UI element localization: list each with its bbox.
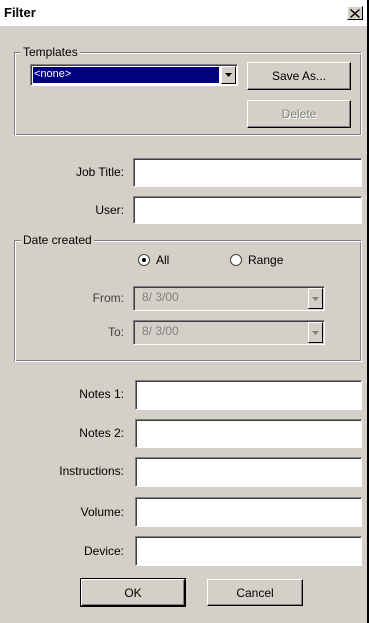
notes1-input[interactable] xyxy=(135,380,362,410)
volume-input[interactable] xyxy=(135,497,362,527)
instructions-label: Instructions: xyxy=(59,464,124,478)
from-date-dropdown-button[interactable] xyxy=(308,288,323,309)
notes1-label: Notes 1: xyxy=(79,387,124,401)
delete-button[interactable]: Delete xyxy=(247,100,351,128)
template-select[interactable]: <none> xyxy=(30,64,238,86)
to-date-select[interactable]: 8/ 3/00 xyxy=(133,320,325,345)
filter-dialog: Filter Templates <none> Save As... Delet… xyxy=(0,0,369,623)
close-button[interactable] xyxy=(347,6,363,20)
radio-all-indicator xyxy=(138,254,150,266)
job-title-input[interactable] xyxy=(133,158,362,187)
templates-legend: Templates xyxy=(21,45,80,59)
template-dropdown-button[interactable] xyxy=(221,66,236,84)
notes2-label: Notes 2: xyxy=(79,426,124,440)
radio-all[interactable]: All xyxy=(138,253,169,267)
device-input[interactable] xyxy=(135,536,362,566)
ok-button[interactable]: OK xyxy=(80,578,186,607)
cancel-label: Cancel xyxy=(236,585,274,600)
radio-all-label: All xyxy=(156,253,170,267)
from-label: From: xyxy=(92,291,124,305)
user-input[interactable] xyxy=(133,196,362,224)
date-created-legend: Date created xyxy=(21,233,94,247)
cancel-button[interactable]: Cancel xyxy=(207,579,303,606)
chevron-down-icon xyxy=(225,73,232,77)
job-title-label: Job Title: xyxy=(75,165,124,179)
window-title: Filter xyxy=(4,5,36,20)
notes2-input[interactable] xyxy=(135,419,362,448)
to-date-dropdown-button[interactable] xyxy=(308,322,323,343)
save-as-button[interactable]: Save As... xyxy=(247,62,351,90)
template-selected-value: <none> xyxy=(33,67,219,83)
title-bar: Filter xyxy=(0,0,367,26)
volume-label: Volume: xyxy=(80,505,124,519)
to-label: To: xyxy=(107,325,124,339)
radio-range[interactable]: Range xyxy=(230,253,283,267)
device-label: Device: xyxy=(83,544,124,558)
user-label: User: xyxy=(95,203,124,217)
radio-range-label: Range xyxy=(248,253,284,267)
delete-label: Delete xyxy=(281,107,317,121)
close-icon xyxy=(350,8,360,18)
ok-label: OK xyxy=(124,585,142,600)
from-date-value: 8/ 3/00 xyxy=(142,290,179,304)
chevron-down-icon xyxy=(312,296,319,301)
from-date-select[interactable]: 8/ 3/00 xyxy=(133,286,325,311)
radio-range-indicator xyxy=(230,254,242,266)
to-date-value: 8/ 3/00 xyxy=(142,324,179,338)
chevron-down-icon xyxy=(312,330,319,335)
save-as-label: Save As... xyxy=(271,69,327,83)
instructions-input[interactable] xyxy=(135,457,362,487)
